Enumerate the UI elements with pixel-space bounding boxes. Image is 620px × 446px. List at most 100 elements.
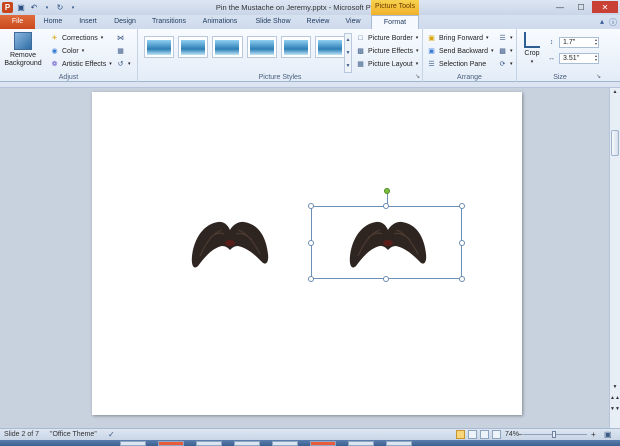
align-button[interactable]: ☰ ▾ — [498, 32, 512, 44]
remove-background-button[interactable]: Remove Background — [2, 32, 44, 68]
artistic-effects-label: Artistic Effects — [62, 60, 107, 68]
rotate-button[interactable]: ⟳ ▾ — [498, 58, 513, 70]
chevron-up-icon[interactable]: ▲ — [346, 37, 351, 43]
resize-handle-top-right[interactable] — [459, 203, 465, 209]
tab-home[interactable]: Home — [38, 15, 68, 29]
selection-pane-button[interactable]: ☰ Selection Pane — [427, 58, 486, 70]
next-slide-icon[interactable]: ▼▼ — [610, 405, 620, 413]
tab-format[interactable]: Format — [371, 15, 419, 29]
rotate-icon: ⟳ — [499, 61, 506, 68]
width-control: ↔ 3.51" — [547, 52, 599, 64]
taskbar-item[interactable] — [120, 441, 146, 446]
slide-show-icon[interactable] — [492, 430, 501, 439]
taskbar-item[interactable] — [158, 441, 184, 446]
tab-file[interactable]: File — [0, 15, 35, 29]
zoom-level[interactable]: 74% — [505, 430, 519, 440]
compress-pictures-button[interactable]: ⋈ — [116, 32, 125, 44]
remove-background-label: Remove Background — [4, 52, 42, 67]
picture-effects-button[interactable]: ▩ Picture Effects ▾ — [356, 45, 418, 57]
tab-view[interactable]: View — [339, 15, 367, 29]
picture-style-thumb[interactable] — [246, 36, 277, 58]
taskbar-item[interactable] — [272, 441, 298, 446]
resize-handle-bottom-left[interactable] — [308, 276, 314, 282]
normal-view-icon[interactable] — [456, 430, 465, 439]
send-backward-icon: ▣ — [428, 48, 435, 55]
fit-to-window-icon[interactable]: ▣ — [604, 430, 612, 440]
selection-pane-icon: ☰ — [428, 61, 435, 68]
taskbar-item[interactable] — [196, 441, 222, 446]
resize-handle-right[interactable] — [459, 240, 465, 246]
picture-border-button[interactable]: □ Picture Border ▾ — [356, 32, 418, 44]
resize-handle-left[interactable] — [308, 240, 314, 246]
tab-review[interactable]: Review — [301, 15, 335, 29]
taskbar-item[interactable] — [386, 441, 412, 446]
picture-style-thumb[interactable] — [212, 36, 243, 58]
adjust-group-label: Adjust — [58, 74, 79, 81]
picture-style-thumb[interactable] — [314, 36, 346, 58]
bring-forward-button[interactable]: ▣ Bring Forward ▾ — [427, 32, 488, 44]
adjust-group: Remove Background ☀ Corrections ▾ ◉ Colo… — [0, 29, 138, 82]
zoom-slider-knob[interactable] — [552, 431, 556, 438]
picture-layout-label: Picture Layout — [368, 60, 413, 68]
taskbar-item[interactable] — [348, 441, 374, 446]
taskbar — [0, 440, 620, 446]
picture-style-thumb[interactable] — [280, 36, 311, 58]
corrections-button[interactable]: ☀ Corrections ▾ — [50, 32, 103, 44]
dialog-launcher-icon[interactable]: ↘ — [415, 73, 420, 80]
picture-style-thumb[interactable] — [178, 36, 209, 58]
tab-slide-show[interactable]: Slide Show — [250, 15, 296, 29]
send-backward-button[interactable]: ▣ Send Backward ▾ — [427, 45, 493, 57]
close-button[interactable]: ✕ — [592, 1, 618, 13]
mustache-image-left[interactable] — [190, 216, 270, 272]
tab-insert[interactable]: Insert — [72, 15, 104, 29]
tab-transitions[interactable]: Transitions — [146, 15, 192, 29]
rotation-handle[interactable] — [384, 188, 390, 194]
zoom-out-icon[interactable]: − — [518, 430, 523, 440]
window-controls: — ☐ ✕ — [550, 1, 618, 13]
zoom-in-icon[interactable]: + — [591, 430, 596, 440]
taskbar-item[interactable] — [310, 441, 336, 446]
arrange-group: ▣ Bring Forward ▾ ▣ Send Backward ▾ ☰ Se… — [423, 29, 517, 82]
chevron-down-icon: ▾ — [415, 35, 419, 41]
tab-design[interactable]: Design — [108, 15, 142, 29]
dialog-launcher-icon[interactable]: ↘ — [596, 73, 601, 80]
scroll-down-icon[interactable]: ▼ — [610, 383, 620, 391]
slide-sorter-icon[interactable] — [468, 430, 477, 439]
picture-layout-button[interactable]: ▦ Picture Layout ▾ — [356, 58, 418, 70]
resize-handle-bottom[interactable] — [383, 276, 389, 282]
picture-tools-label: Picture Tools — [371, 0, 419, 15]
more-styles-icon[interactable]: ▼ — [346, 63, 351, 69]
help-icon[interactable]: ⓘ — [609, 17, 617, 28]
slide-indicator: Slide 2 of 7 — [4, 431, 40, 438]
taskbar-item[interactable] — [234, 441, 260, 446]
gallery-scroll[interactable]: ▲ ▼ ▼ — [344, 33, 352, 73]
reading-view-icon[interactable] — [480, 430, 489, 439]
crop-button[interactable]: Crop ▾ — [521, 32, 543, 66]
maximize-button[interactable]: ☐ — [571, 1, 591, 13]
scroll-up-icon[interactable]: ▲ — [610, 88, 620, 96]
chevron-down-icon[interactable]: ▼ — [346, 50, 351, 56]
tab-animations[interactable]: Animations — [197, 15, 243, 29]
reset-picture-button[interactable]: ↺ ▾ — [116, 58, 131, 70]
chevron-down-icon: ▾ — [485, 35, 489, 41]
artistic-effects-button[interactable]: ❁ Artistic Effects ▾ — [50, 58, 112, 70]
palette-icon: ◉ — [51, 48, 58, 55]
height-input[interactable]: 1.7" — [559, 36, 599, 48]
spell-check-icon[interactable]: ✓ — [108, 430, 115, 440]
picture-style-thumb[interactable] — [144, 36, 175, 58]
resize-handle-top[interactable] — [383, 203, 389, 209]
width-input[interactable]: 3.51" — [559, 52, 599, 64]
previous-slide-icon[interactable]: ▲▲ — [610, 394, 620, 402]
minimize-ribbon-icon[interactable]: ▴ — [600, 17, 604, 28]
vertical-scrollbar[interactable]: ▲ ▼ ▲▲ ▼▼ — [609, 88, 620, 428]
resize-handle-top-left[interactable] — [308, 203, 314, 209]
compress-icon: ⋈ — [117, 35, 124, 42]
resize-handle-bottom-right[interactable] — [459, 276, 465, 282]
theme-indicator[interactable]: "Office Theme" — [50, 430, 97, 440]
group-button[interactable]: ▩ ▾ — [498, 45, 512, 57]
color-button[interactable]: ◉ Color ▾ — [50, 45, 84, 57]
scrollbar-thumb[interactable] — [611, 130, 619, 156]
minimize-button[interactable]: — — [550, 1, 570, 13]
group-icon: ▩ — [499, 48, 506, 55]
change-picture-button[interactable]: ▦ — [116, 45, 125, 57]
